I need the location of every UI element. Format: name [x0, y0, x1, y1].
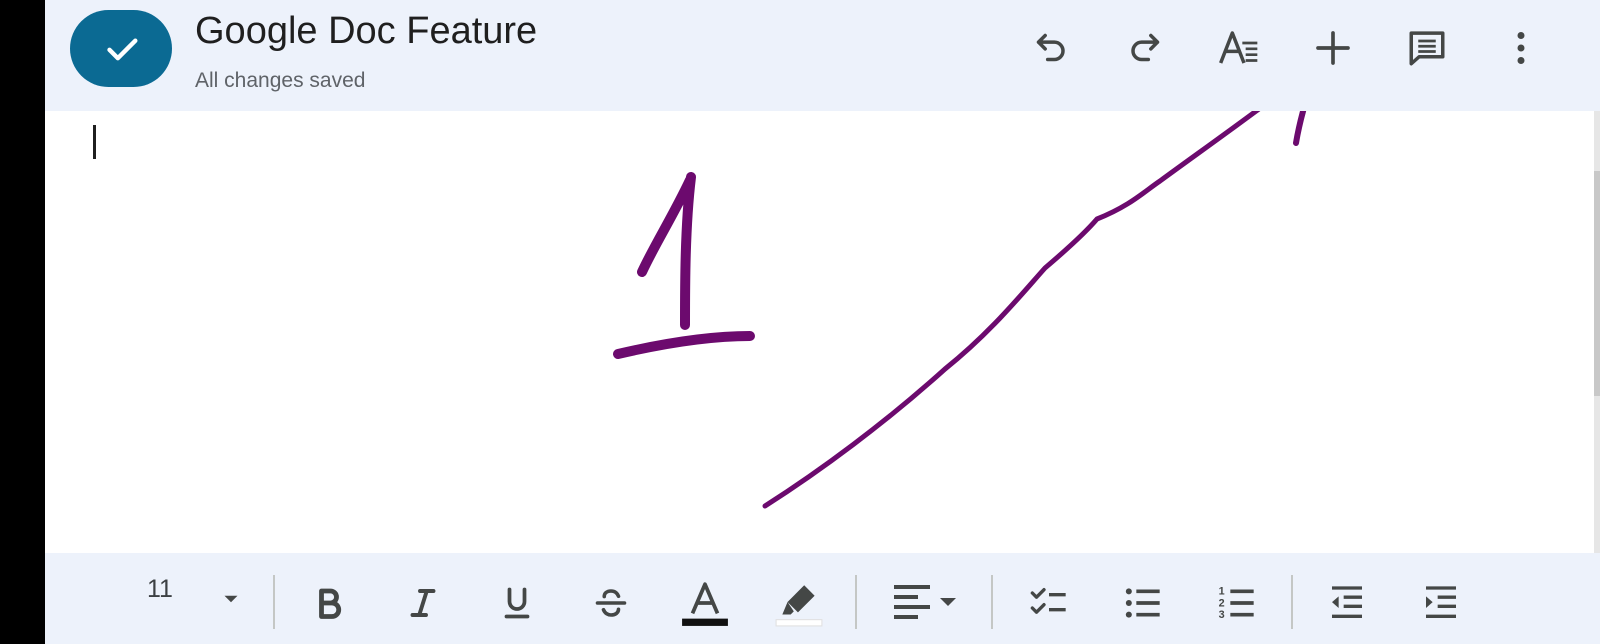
text-format-button[interactable]: [1211, 20, 1267, 76]
insert-plus-icon: [1316, 31, 1350, 65]
done-button[interactable]: [70, 10, 172, 87]
highlight-button[interactable]: [771, 575, 827, 631]
scrollbar-track[interactable]: [1594, 111, 1600, 553]
strikethrough-icon: [595, 589, 627, 617]
text-format-icon: [1219, 31, 1258, 64]
bold-button[interactable]: [301, 575, 357, 631]
more-vert-icon: [1517, 32, 1525, 64]
increase-indent-button[interactable]: [1413, 575, 1469, 631]
comment-button[interactable]: [1399, 20, 1455, 76]
annotation-arrow-line: [762, 111, 1261, 509]
check-icon: [107, 38, 138, 61]
checklist-button[interactable]: [1021, 575, 1077, 631]
toolbar-divider: [273, 575, 275, 629]
top-app-bar: Google Doc Feature All changes saved: [45, 0, 1600, 111]
caret-down-icon: [224, 595, 238, 603]
docs-app: Google Doc Feature All changes saved 11 …: [45, 0, 1600, 644]
insert-button[interactable]: [1305, 20, 1361, 76]
scrollbar-thumb[interactable]: [1594, 171, 1600, 396]
checklist-icon: [1030, 588, 1066, 614]
bulleted-list-button[interactable]: [1115, 575, 1171, 631]
redo-icon: [1131, 33, 1160, 62]
italic-button[interactable]: [395, 575, 451, 631]
align-button[interactable]: [891, 575, 961, 631]
document-canvas[interactable]: [45, 111, 1600, 553]
align-left-icon: [894, 585, 956, 619]
undo-icon: [1036, 33, 1065, 62]
redo-button[interactable]: [1117, 20, 1173, 76]
underline-icon: [504, 587, 530, 619]
toolbar-divider: [1291, 575, 1293, 629]
italic-icon: [410, 589, 436, 617]
numbered-list-button[interactable]: 123: [1209, 575, 1265, 631]
annotation-number-one: [613, 172, 755, 359]
text-color-button[interactable]: [677, 575, 733, 631]
font-size-value[interactable]: 11: [147, 575, 173, 604]
svg-text:3: 3: [1219, 609, 1225, 621]
more-options-button[interactable]: [1493, 20, 1549, 76]
bulleted-list-icon: [1125, 588, 1160, 618]
decrease-indent-button[interactable]: [1319, 575, 1375, 631]
save-status: All changes saved: [195, 69, 366, 92]
font-size-dropdown[interactable]: [207, 575, 255, 623]
underline-button[interactable]: [489, 575, 545, 631]
comment-icon: [1409, 31, 1445, 66]
document-title[interactable]: Google Doc Feature: [195, 10, 537, 53]
handwritten-annotation: [613, 111, 1307, 509]
strikethrough-button[interactable]: [583, 575, 639, 631]
svg-text:1: 1: [1219, 586, 1225, 598]
decrease-indent-icon: [1332, 586, 1362, 618]
formatting-toolbar: 11 1 2 3: [45, 553, 1600, 644]
numbered-list-icon: 123: [1219, 586, 1254, 621]
undo-button[interactable]: [1023, 20, 1079, 76]
toolbar-divider: [855, 575, 857, 629]
bold-icon: [319, 588, 342, 619]
highlight-icon: [775, 585, 823, 627]
increase-indent-icon: [1426, 586, 1456, 618]
text-color-icon: [682, 582, 728, 626]
toolbar-divider: [991, 575, 993, 629]
svg-text:2: 2: [1219, 597, 1225, 609]
